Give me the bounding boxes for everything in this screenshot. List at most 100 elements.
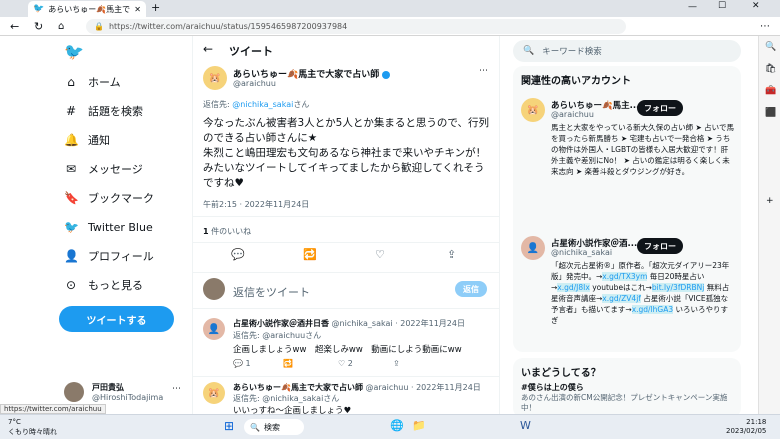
account-bio: 「超次元占星術®」原作者。「超次元ダイアリー23年版」発売中。→x.gd/TX3… <box>551 261 730 325</box>
url-field[interactable]: 🔒 https://twitter.com/araichuu/status/15… <box>86 19 626 34</box>
reply-button[interactable]: 返信 <box>455 281 487 297</box>
share-icon[interactable]: ⇪ <box>447 248 456 261</box>
refresh-icon[interactable]: ↻ <box>34 20 43 33</box>
close-window-icon[interactable]: ✕ <box>752 1 760 11</box>
reply-to: 返信先: @nichika_sakaiさん <box>233 394 340 403</box>
account-name: 戸田貴弘 <box>92 383 124 392</box>
search-icon: 🔍 <box>523 46 535 56</box>
list-item[interactable]: 🐹 あらいちゅー🍂馬主で大家で占い師 @araichuu · 2022年11月2… <box>193 378 499 414</box>
taskbar-search[interactable]: 🔍 検索 <box>244 419 304 435</box>
account-bio: 馬主と大家をやっている新大久保の占い師 ➤ 占いで馬を買ったら新馬勝ち ➤ 宅建… <box>551 123 734 176</box>
tweet-handle[interactable]: @araichuu <box>233 79 276 88</box>
more-options-icon[interactable]: ⋯ <box>172 384 181 394</box>
tweet-time[interactable]: 午前2:15 · 2022年11月24日 <box>203 199 309 210</box>
twitter-favicon-icon: 🐦 <box>33 4 45 14</box>
avatar[interactable]: 👤 <box>521 236 545 260</box>
tab-title: あらいちゅー🍂馬主で大家で占い師 <box>48 4 131 14</box>
nav-item-messages[interactable]: ✉ メッセージ <box>64 159 143 179</box>
nav-item-profile[interactable]: 👤 プロフィール <box>64 246 154 266</box>
reply-to: 返信先: @araichuuさん <box>233 331 322 340</box>
settings-menu-icon[interactable]: ⋯ <box>760 21 770 32</box>
nav-item-more[interactable]: ⊙ もっと見る <box>64 275 143 295</box>
reply-input[interactable]: 返信をツイート <box>233 284 310 300</box>
reply-icon[interactable]: 💬 <box>231 248 245 261</box>
folder-icon[interactable]: 📁 <box>412 419 426 432</box>
address-bar-row: ← ↻ ⌂ 🔒 https://twitter.com/araichuu/sta… <box>0 17 780 36</box>
avatar: 🐹 <box>203 382 225 404</box>
bio-link[interactable]: x.gd/ZV4jf <box>602 294 641 303</box>
more-options-icon[interactable]: ⋯ <box>479 66 488 76</box>
trend-tag[interactable]: #僕らは上の僕ら <box>521 382 584 393</box>
retweet-icon[interactable]: 🔁 <box>303 248 317 261</box>
right-sidebar: 🔍 キーワード検索 関連性の高いアカウント 🐹 あらいちゅー🍂馬主... @ar… <box>505 36 750 414</box>
trends-title: いまどうしてる？ <box>521 368 601 379</box>
related-title: 関連性の高いアカウント <box>521 76 631 87</box>
weather-widget[interactable]: 7°C くもり時々晴れ <box>8 417 57 437</box>
nav-item-notifications[interactable]: 🔔 通知 <box>64 130 110 150</box>
trends-panel: いまどうしてる？ #僕らは上の僕ら あのさん出演の新CM公開記念！プレゼントキャ… <box>513 358 741 414</box>
twitter-logo-icon[interactable]: 🐦 <box>64 42 84 61</box>
bio-link[interactable]: x.gd/TX3ym <box>602 272 648 281</box>
like-icon[interactable]: ♡ <box>375 248 385 261</box>
bio-link[interactable]: x.gd/lhGA3 <box>631 305 674 314</box>
follow-button[interactable]: フォロー <box>637 238 683 254</box>
list-item[interactable]: 👤 占星術小説作家＠酒井日香 @nichika_sakai · 2022年11月… <box>193 312 499 374</box>
close-tab-icon[interactable]: ✕ <box>134 5 141 14</box>
reply-actions: 💬 1 🔁 ♡ 2 ⇪ <box>233 359 400 368</box>
account-switcher[interactable]: 戸田貴弘 @HiroshiTodajima ⋯ <box>64 380 184 404</box>
browser-taskbar-icon[interactable]: 🌐 <box>390 419 404 432</box>
new-tab-icon[interactable]: + <box>151 1 160 14</box>
browser-side-panel: 🔍 🛍 🧰 ⬛ + <box>758 36 780 414</box>
tweet-button[interactable]: ツイートする <box>59 306 174 332</box>
account-handle: @araichuu <box>551 110 594 119</box>
reply-icon[interactable]: 💬 <box>233 359 243 368</box>
minimize-icon[interactable]: — <box>688 2 697 12</box>
home-browser-icon[interactable]: ⌂ <box>58 21 64 32</box>
bio-link[interactable]: bit.ly/3fDRBNj <box>651 283 705 292</box>
search-icon[interactable]: 🔍 <box>765 42 776 52</box>
hashtag-icon: # <box>65 104 77 118</box>
nav-item-home[interactable]: ⌂ ホーム <box>64 72 120 92</box>
clock[interactable]: 21:18 2023/02/05 <box>726 418 766 436</box>
person-icon: 👤 <box>64 249 79 263</box>
back-arrow-icon[interactable]: ← <box>203 42 213 56</box>
shopping-icon[interactable]: 🛍 <box>765 64 776 74</box>
tools-icon[interactable]: 🧰 <box>765 86 776 96</box>
lock-icon: 🔒 <box>94 22 104 31</box>
word-icon[interactable]: W <box>520 419 531 432</box>
search-input[interactable]: 🔍 キーワード検索 <box>513 40 741 62</box>
divider <box>193 242 499 243</box>
browser-tab[interactable]: 🐦 あらいちゅー🍂馬主で大家で占い師 ✕ <box>28 1 146 17</box>
url-text: https://twitter.com/araichuu/status/1595… <box>108 22 348 31</box>
divider <box>193 376 499 377</box>
like-icon[interactable]: ♡ 2 <box>338 359 353 368</box>
taskbar: 7°C くもり時々晴れ ⊞ 🔍 検索 🌐 📁 W 21:18 2023/02/05 <box>0 414 780 439</box>
related-accounts-panel: 関連性の高いアカウント 🐹 あらいちゅー🍂馬主... @araichuu フォロ… <box>513 66 741 352</box>
reply-text: 企画しましょうww 超楽しみww 動画にしよう動画にww <box>233 345 462 355</box>
reply-header: 占星術小説作家＠酒井日香 @nichika_sakai · 2022年11月24… <box>233 319 465 328</box>
divider <box>193 308 499 309</box>
retweet-icon[interactable]: 🔁 <box>283 359 293 368</box>
main-column: ← ツイート 🐹 あらいちゅー🍂馬主で大家で占い師 @araichuu ⋯ 返信… <box>192 36 500 414</box>
avatar <box>64 382 84 402</box>
bell-icon: 🔔 <box>64 133 79 147</box>
avatar[interactable]: 🐹 <box>203 66 227 90</box>
nav-item-bookmarks[interactable]: 🔖 ブックマーク <box>64 188 154 208</box>
reply-text: いいっすね〜企画しましょう♥ <box>233 406 352 414</box>
office-icon[interactable]: ⬛ <box>765 108 776 118</box>
add-icon[interactable]: + <box>766 196 774 206</box>
follow-button[interactable]: フォロー <box>637 100 683 116</box>
start-icon[interactable]: ⊞ <box>224 419 234 433</box>
share-icon[interactable]: ⇪ <box>393 359 400 368</box>
tweet-text: 今なったぶん被害者3人とか5人とか集まると思うので、行列のできる占い師さんに★ … <box>203 117 489 189</box>
nav-item-explore[interactable]: # 話題を検索 <box>64 101 143 121</box>
avatar[interactable]: 🐹 <box>521 98 545 122</box>
maximize-icon[interactable]: ☐ <box>718 1 726 11</box>
back-icon[interactable]: ← <box>10 20 19 33</box>
twitter-blue-icon: 🐦 <box>64 220 79 234</box>
nav-item-twitter-blue[interactable]: 🐦 Twitter Blue <box>64 217 153 237</box>
bio-link[interactable]: x.gd/J8Ix <box>557 283 590 292</box>
avatar: 👤 <box>203 318 225 340</box>
divider <box>193 272 499 273</box>
likes-count[interactable]: 1 件のいいね <box>203 226 251 237</box>
